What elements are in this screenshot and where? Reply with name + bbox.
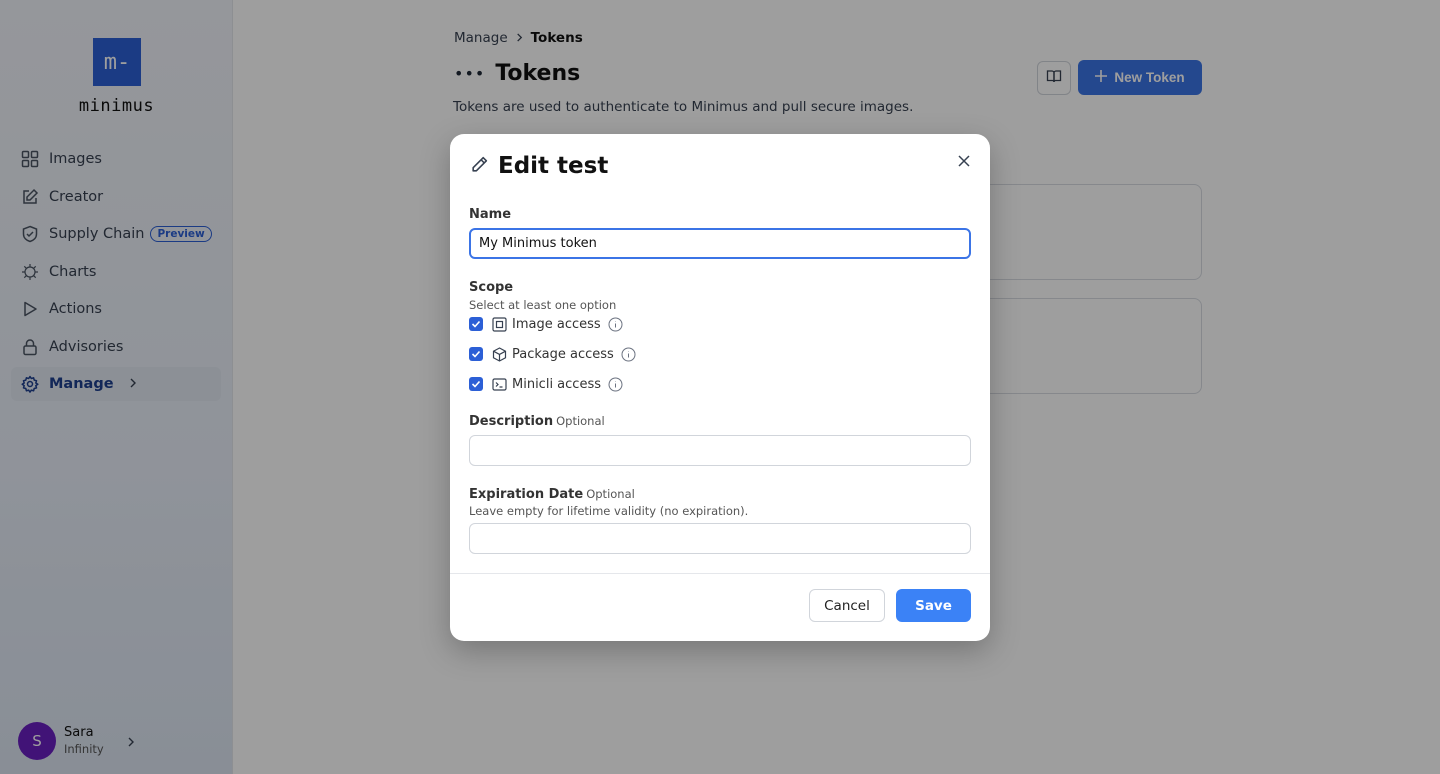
pencil-icon <box>470 155 489 178</box>
description-label-text: Description <box>469 414 554 429</box>
name-input[interactable] <box>469 228 971 259</box>
dialog-divider <box>450 573 990 574</box>
scope-option-minicli-access: Minicli access <box>469 376 623 392</box>
scope-hint: Select at least one option <box>469 298 617 312</box>
name-label: Name <box>469 207 512 222</box>
expiration-hint: Leave empty for lifetime validity (no ex… <box>469 504 749 518</box>
package-cube-icon <box>491 346 507 362</box>
description-input[interactable] <box>469 435 971 466</box>
expiration-label: Expiration Date Optional <box>469 487 635 502</box>
scope-option-image-access: Image access <box>469 316 623 332</box>
expiration-label-text: Expiration Date <box>469 487 584 502</box>
info-icon[interactable] <box>608 377 623 392</box>
expiration-date-input[interactable] <box>469 523 971 554</box>
scope-label: Scope <box>469 280 514 295</box>
info-icon[interactable] <box>608 317 623 332</box>
minicli-access-checkbox[interactable] <box>469 377 483 391</box>
close-icon[interactable] <box>955 152 973 170</box>
info-icon[interactable] <box>621 347 636 362</box>
edit-token-dialog: Edit test Name Scope Select at least one… <box>450 134 990 641</box>
package-access-checkbox[interactable] <box>469 347 483 361</box>
optional-tag: Optional <box>556 414 605 428</box>
minicli-access-label: Minicli access <box>512 376 601 392</box>
dialog-title: Edit test <box>498 153 609 179</box>
optional-tag: Optional <box>586 487 635 501</box>
terminal-icon <box>491 376 507 392</box>
image-access-checkbox[interactable] <box>469 317 483 331</box>
save-button[interactable]: Save <box>896 589 971 622</box>
description-label: Description Optional <box>469 414 605 429</box>
dialog-header: Edit test <box>470 153 608 179</box>
package-access-label: Package access <box>512 346 614 362</box>
image-square-icon <box>491 316 507 332</box>
scope-option-package-access: Package access <box>469 346 636 362</box>
image-access-label: Image access <box>512 316 601 332</box>
cancel-button[interactable]: Cancel <box>809 589 885 622</box>
